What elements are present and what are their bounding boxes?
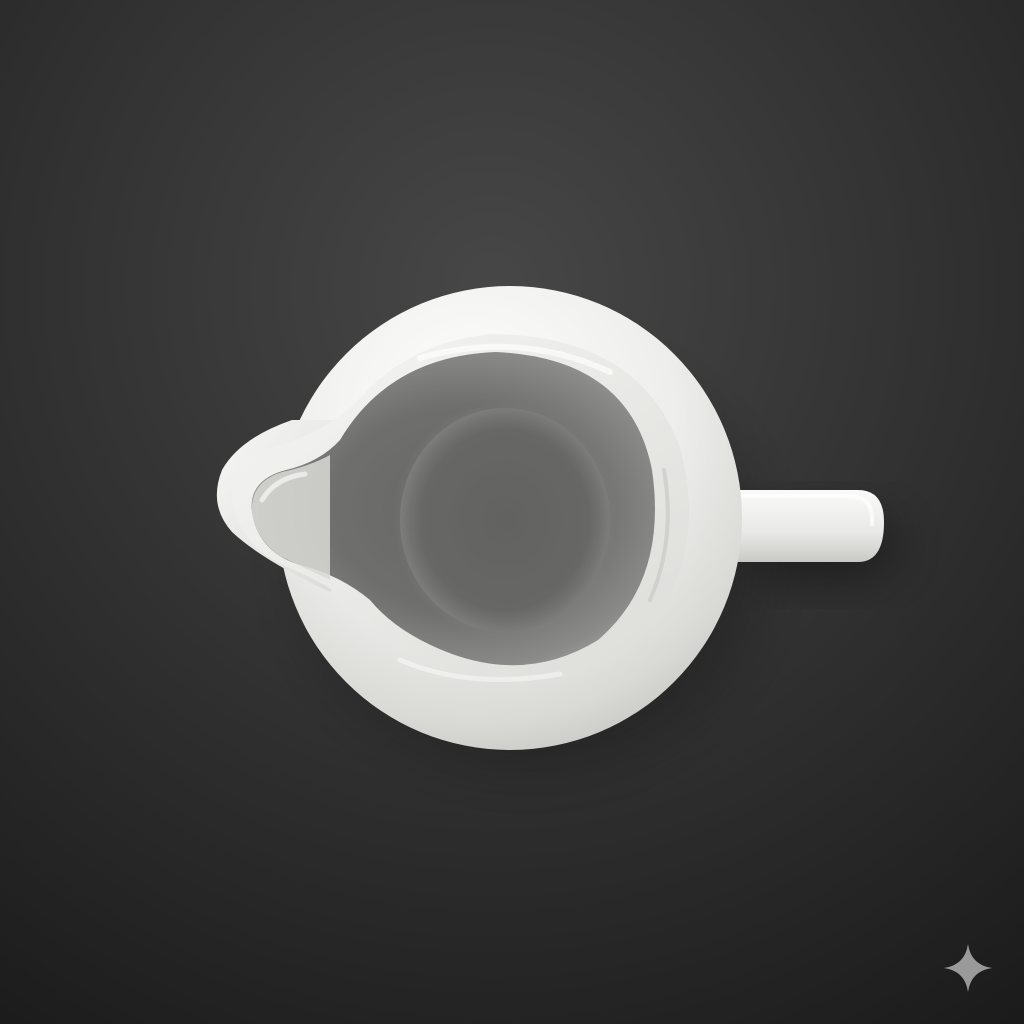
photo-canvas — [0, 0, 1024, 1024]
sparkle-icon — [944, 944, 992, 992]
